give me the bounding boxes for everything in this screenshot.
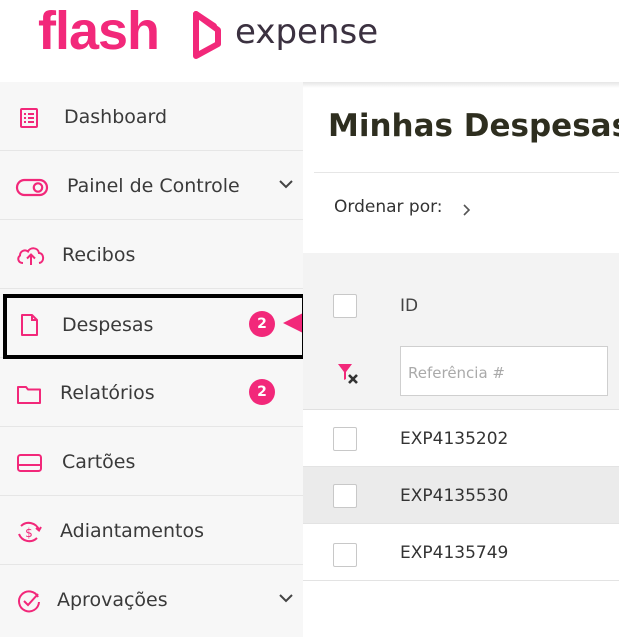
sidebar-item-dashboard[interactable]: Dashboard <box>0 82 303 151</box>
sidebar-item-recibos[interactable]: Recibos <box>0 220 303 289</box>
column-header-id[interactable]: ID <box>400 296 418 316</box>
sidebar-item-label: Cartões <box>62 451 136 473</box>
select-all-checkbox[interactable] <box>333 294 357 318</box>
cloud-upload-icon <box>17 247 45 265</box>
sidebar-item-label: Painel de Controle <box>67 175 240 197</box>
sidebar-item-aprovacoes[interactable]: Aprovações <box>0 565 303 634</box>
sidebar-item-label: Aprovações <box>57 589 168 611</box>
table-row[interactable]: EXP4135202 <box>303 410 619 467</box>
highlight-annotation <box>3 294 306 359</box>
sidebar-item-label: Adiantamentos <box>60 520 204 542</box>
sidebar-item-label: Recibos <box>62 244 136 266</box>
row-checkbox[interactable] <box>333 543 357 567</box>
page-title: Minhas Despesas <box>328 108 619 144</box>
sidebar-item-relatorios[interactable]: Relatórios 2 <box>0 358 303 427</box>
list-icon <box>20 108 38 128</box>
expense-id[interactable]: EXP4135749 <box>400 543 508 563</box>
sidebar: Dashboard Painel de Controle Recibos Des… <box>0 82 303 637</box>
toggle-icon <box>15 178 49 197</box>
divider <box>314 172 619 173</box>
brand-logo-text: flash <box>38 1 160 61</box>
sidebar-item-label: Dashboard <box>64 106 168 128</box>
expense-id[interactable]: EXP4135530 <box>400 486 508 506</box>
dollar-cycle-icon: $ <box>18 521 42 543</box>
flash-logo-icon <box>193 11 221 59</box>
expense-id[interactable]: EXP4135202 <box>400 429 508 449</box>
sort-by-button[interactable]: Ordenar por: <box>334 197 443 217</box>
check-circle-icon <box>18 590 40 613</box>
table-row[interactable]: EXP4135749 <box>303 524 619 581</box>
svg-text:$: $ <box>25 526 33 540</box>
sidebar-item-label: Relatórios <box>60 382 155 404</box>
sidebar-item-painel-de-controle[interactable]: Painel de Controle <box>0 151 303 220</box>
count-badge: 2 <box>249 379 275 405</box>
card-icon <box>17 454 42 472</box>
divider <box>303 82 619 88</box>
folder-icon <box>17 386 41 404</box>
brand-product-text: expense <box>235 12 379 52</box>
sidebar-item-cartoes[interactable]: Cartões <box>0 427 303 496</box>
clear-filter-icon[interactable] <box>336 362 364 388</box>
table-row[interactable]: EXP4135530 <box>303 467 619 524</box>
app-header: flash expense <box>0 0 619 82</box>
chevron-right-icon[interactable] <box>462 203 472 217</box>
row-checkbox[interactable] <box>333 484 357 508</box>
row-checkbox[interactable] <box>333 427 357 451</box>
sidebar-item-adiantamentos[interactable]: $ Adiantamentos <box>0 496 303 565</box>
chevron-down-icon[interactable] <box>277 177 295 191</box>
chevron-down-icon[interactable] <box>277 591 295 605</box>
reference-filter-input[interactable]: Referência # <box>400 346 608 396</box>
